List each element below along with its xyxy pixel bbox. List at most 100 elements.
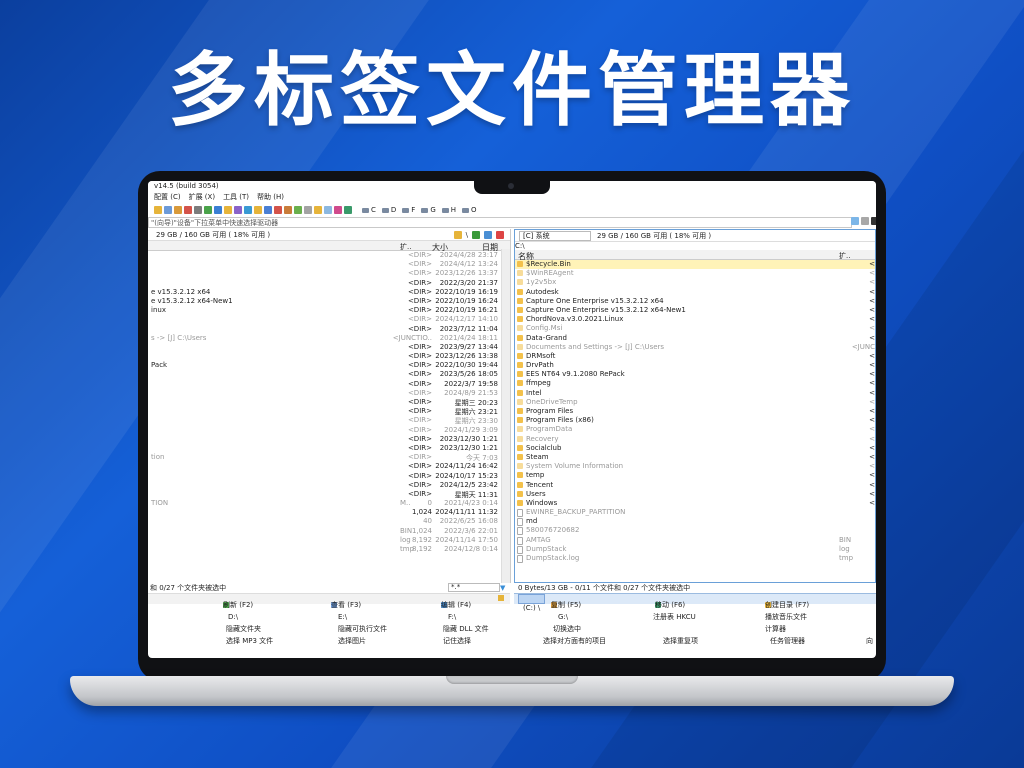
- drive-button-g[interactable]: G: [421, 206, 436, 214]
- table-row[interactable]: DumpStack.log tmp: [515, 554, 875, 563]
- table-row[interactable]: <DIR> 2024/1/29 3:09: [148, 426, 510, 435]
- table-row[interactable]: <DIR> 2023/9/27 13:44: [148, 343, 510, 352]
- table-row[interactable]: 580076720682: [515, 526, 875, 536]
- table-row[interactable]: DRMsoft <: [515, 352, 875, 361]
- table-row[interactable]: <DIR> 星期三 20:23: [148, 398, 510, 407]
- table-row[interactable]: <DIR> 2023/12/26 13:38: [148, 352, 510, 361]
- filter-input[interactable]: *.*: [448, 583, 500, 592]
- table-row[interactable]: Socialclub <: [515, 444, 875, 453]
- toolbar-button-icon[interactable]: [304, 206, 312, 214]
- table-row[interactable]: 40 2022/6/25 16:08: [148, 517, 510, 526]
- panel-icon[interactable]: [851, 217, 859, 225]
- table-row[interactable]: <DIR> 2023/12/26 13:37: [148, 269, 510, 278]
- table-row[interactable]: Recovery <: [515, 435, 875, 444]
- table-row[interactable]: Data-Grand <: [515, 334, 875, 343]
- table-row[interactable]: BIN 1,024 2022/3/6 22:01: [148, 527, 510, 536]
- toolbar-button-icon[interactable]: [194, 206, 202, 214]
- table-row[interactable]: DrvPath <: [515, 361, 875, 370]
- toolbar-button-icon[interactable]: [274, 206, 282, 214]
- table-row[interactable]: Program Files (x86) <: [515, 416, 875, 425]
- table-row[interactable]: <DIR> 2024/4/12 13:24: [148, 260, 510, 269]
- toolbar-button-icon[interactable]: [264, 206, 272, 214]
- toolbar-button-icon[interactable]: [244, 206, 252, 214]
- table-row[interactable]: 1,024 2024/11/11 11:32: [148, 508, 510, 517]
- table-row[interactable]: <DIR> 2024/10/17 15:23: [148, 472, 510, 481]
- left-scrollbar[interactable]: [501, 249, 510, 583]
- toolbar-button-icon[interactable]: [334, 206, 342, 214]
- table-row[interactable]: ProgramData <: [515, 425, 875, 434]
- table-row[interactable]: tion <DIR> 今天 7:03: [148, 453, 510, 462]
- table-row[interactable]: OneDriveTemp <: [515, 398, 875, 407]
- drive-button-f[interactable]: F: [402, 206, 415, 214]
- close-icon[interactable]: [496, 230, 504, 239]
- table-row[interactable]: inux <DIR> 2022/10/19 16:21: [148, 306, 510, 315]
- table-row[interactable]: Autodesk <: [515, 288, 875, 297]
- drive-button-h[interactable]: H: [441, 206, 456, 214]
- table-row[interactable]: temp <: [515, 471, 875, 480]
- table-row[interactable]: Tencent <: [515, 481, 875, 490]
- table-row[interactable]: Capture One Enterprise v15.3.2.12 x64 <: [515, 297, 875, 306]
- menu-item[interactable]: 扩展 (X): [189, 192, 215, 202]
- table-row[interactable]: Documents and Settings -> [J] C:\Users <J…: [515, 343, 875, 352]
- filter-icon[interactable]: ▼: [500, 584, 505, 592]
- table-row[interactable]: md: [515, 517, 875, 527]
- toolbar-button-icon[interactable]: [294, 206, 302, 214]
- root-icon[interactable]: \: [466, 231, 468, 239]
- table-row[interactable]: $Recycle.Bin <: [515, 260, 875, 270]
- refresh-icon[interactable]: [484, 230, 492, 239]
- table-row[interactable]: <DIR> 2024/11/24 16:42: [148, 462, 510, 471]
- table-row[interactable]: ChordNova.v3.0.2021.Linux <: [515, 315, 875, 324]
- toolbar-button-icon[interactable]: [224, 206, 232, 214]
- drive-selector[interactable]: [C] 系统: [519, 230, 591, 241]
- drive-button-c[interactable]: C: [362, 206, 376, 214]
- table-row[interactable]: <DIR> 2024/12/17 14:10: [148, 315, 510, 324]
- toolbar-button-icon[interactable]: [234, 206, 242, 214]
- right-file-pane[interactable]: [C] 系统 29 GB / 160 GB 可用 ( 18% 可用 ) C:\ …: [514, 229, 876, 583]
- table-row[interactable]: DumpStack log: [515, 545, 875, 554]
- toolbar-button-icon[interactable]: [344, 206, 352, 214]
- table-row[interactable]: <DIR> 2022/3/20 21:37: [148, 279, 510, 288]
- table-row[interactable]: <DIR> 星期天 11:31: [148, 490, 510, 499]
- table-row[interactable]: e v15.3.2.12 x64-New1 <DIR> 2022/10/19 16:…: [148, 297, 510, 306]
- toolbar-button-icon[interactable]: [164, 206, 172, 214]
- left-file-pane[interactable]: 29 GB / 160 GB 可用 ( 18% 可用 ) \ 扩.. 大小 日期…: [148, 229, 511, 583]
- table-row[interactable]: <DIR> 2024/4/28 23:17: [148, 251, 510, 260]
- table-row[interactable]: Intel <: [515, 389, 875, 398]
- table-row[interactable]: s -> [J] C:\Users <JUNCTIO.. 2021/4/24 18:…: [148, 334, 510, 343]
- table-row[interactable]: Windows <: [515, 499, 875, 508]
- table-row[interactable]: tmp 8,192 2024/12/8 0:14: [148, 545, 510, 554]
- toolbar-button-icon[interactable]: [184, 206, 192, 214]
- table-row[interactable]: Pack <DIR> 2022/10/30 19:44: [148, 361, 510, 370]
- dropdown-icon[interactable]: ⌄: [840, 217, 848, 234]
- tab-c-drive[interactable]: (C:) \: [518, 594, 546, 612]
- panel-icon[interactable]: [861, 217, 869, 225]
- folder-up-icon[interactable]: [453, 230, 462, 239]
- up-icon[interactable]: [472, 230, 480, 239]
- table-row[interactable]: <DIR> 2023/5/26 18:05: [148, 370, 510, 379]
- toolbar-button-icon[interactable]: [174, 206, 182, 214]
- toolbar-button-icon[interactable]: [154, 206, 162, 214]
- table-row[interactable]: ffmpeg <: [515, 379, 875, 388]
- table-row[interactable]: Steam <: [515, 453, 875, 462]
- toolbar-button-icon[interactable]: [324, 206, 332, 214]
- table-row[interactable]: <DIR> 星期六 23:21: [148, 407, 510, 416]
- table-row[interactable]: TION M.. 0 2021/4/23 0:14: [148, 499, 510, 508]
- terminal-icon[interactable]: [871, 217, 876, 225]
- user-icon[interactable]: [498, 595, 504, 601]
- table-row[interactable]: log 8,192 2024/11/14 17:50: [148, 536, 510, 545]
- table-row[interactable]: <DIR> 2023/7/12 11:04: [148, 325, 510, 334]
- table-row[interactable]: 1y2v5bx <: [515, 278, 875, 287]
- command-line[interactable]: "(向导)"设备"下拉菜单中快速选择驱动器: [148, 217, 852, 228]
- table-row[interactable]: <DIR> 星期六 23:30: [148, 416, 510, 425]
- toolbar-button-icon[interactable]: [314, 206, 322, 214]
- table-row[interactable]: e v15.3.2.12 x64 <DIR> 2022/10/19 16:19: [148, 288, 510, 297]
- toolbar-button-icon[interactable]: [284, 206, 292, 214]
- table-row[interactable]: <DIR> 2023/12/30 1:21: [148, 435, 510, 444]
- toolbar-button-icon[interactable]: [254, 206, 262, 214]
- toolbar-button-icon[interactable]: [214, 206, 222, 214]
- table-row[interactable]: EWINRE_BACKUP_PARTITION: [515, 508, 875, 518]
- table-row[interactable]: Users <: [515, 490, 875, 499]
- table-row[interactable]: $WinREAgent <: [515, 269, 875, 278]
- table-row[interactable]: AMTAG BIN: [515, 536, 875, 545]
- table-row[interactable]: <DIR> 2024/12/5 23:42: [148, 481, 510, 490]
